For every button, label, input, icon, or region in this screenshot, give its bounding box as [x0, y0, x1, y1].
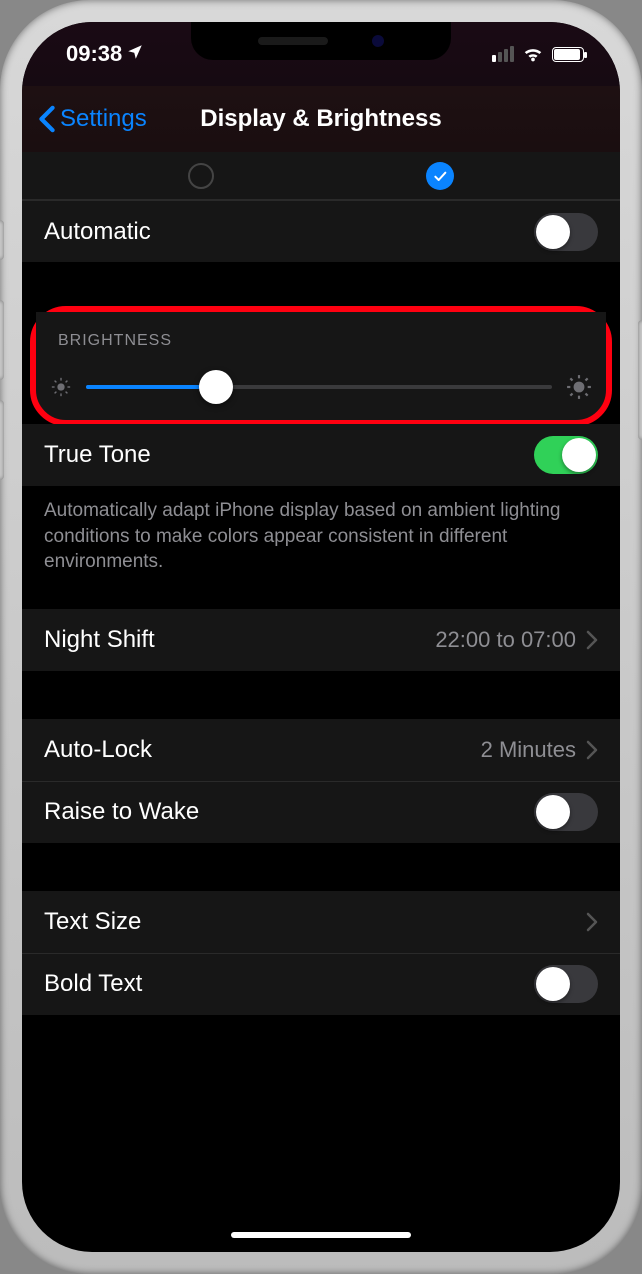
truetone-toggle[interactable] [534, 436, 598, 474]
nightshift-label: Night Shift [44, 626, 435, 654]
automatic-toggle[interactable] [534, 213, 598, 251]
chevron-right-icon [586, 740, 598, 760]
back-button[interactable]: Settings [38, 105, 147, 133]
autolock-label: Auto-Lock [44, 736, 481, 764]
nightshift-row[interactable]: Night Shift 22:00 to 07:00 [22, 609, 620, 671]
boldtext-label: Bold Text [44, 970, 534, 998]
chevron-right-icon [586, 630, 598, 650]
brightness-slider-row [36, 360, 606, 420]
screen: 09:38 Settings Display & Brightness [22, 22, 620, 1252]
light-mode-radio[interactable] [188, 163, 214, 189]
cellular-icon [492, 46, 514, 62]
chevron-right-icon [586, 912, 598, 932]
location-icon [126, 41, 144, 67]
boldtext-row: Bold Text [22, 953, 620, 1015]
appearance-selector [22, 152, 620, 200]
brightness-high-icon [566, 374, 592, 400]
raisetowake-toggle[interactable] [534, 793, 598, 831]
back-label: Settings [60, 105, 147, 133]
truetone-description: Automatically adapt iPhone display based… [22, 486, 620, 597]
textsize-row[interactable]: Text Size [22, 891, 620, 953]
home-indicator[interactable] [231, 1232, 411, 1238]
power-button [638, 320, 642, 440]
wifi-icon [522, 43, 544, 65]
brightness-section-highlight: BRIGHTNESS [30, 306, 612, 426]
boldtext-toggle[interactable] [534, 965, 598, 1003]
autolock-row[interactable]: Auto-Lock 2 Minutes [22, 719, 620, 781]
volume-down-button [0, 400, 4, 480]
raisetowake-row: Raise to Wake [22, 781, 620, 843]
automatic-label: Automatic [44, 218, 534, 246]
raisetowake-label: Raise to Wake [44, 798, 534, 826]
notch [191, 22, 451, 60]
nightshift-value: 22:00 to 07:00 [435, 627, 576, 653]
volume-up-button [0, 300, 4, 380]
nav-bar: Settings Display & Brightness [22, 86, 620, 152]
brightness-slider[interactable] [86, 385, 552, 389]
truetone-label: True Tone [44, 441, 534, 469]
mute-switch [0, 220, 4, 260]
autolock-value: 2 Minutes [481, 737, 576, 763]
truetone-row: True Tone [22, 424, 620, 486]
automatic-row: Automatic [22, 200, 620, 262]
page-title: Display & Brightness [200, 105, 441, 133]
battery-icon [552, 47, 584, 62]
phone-frame: 09:38 Settings Display & Brightness [0, 0, 642, 1274]
dark-mode-radio[interactable] [426, 162, 454, 190]
brightness-header: BRIGHTNESS [36, 312, 606, 360]
status-time: 09:38 [66, 41, 122, 67]
brightness-low-icon [50, 376, 72, 398]
textsize-label: Text Size [44, 908, 586, 936]
